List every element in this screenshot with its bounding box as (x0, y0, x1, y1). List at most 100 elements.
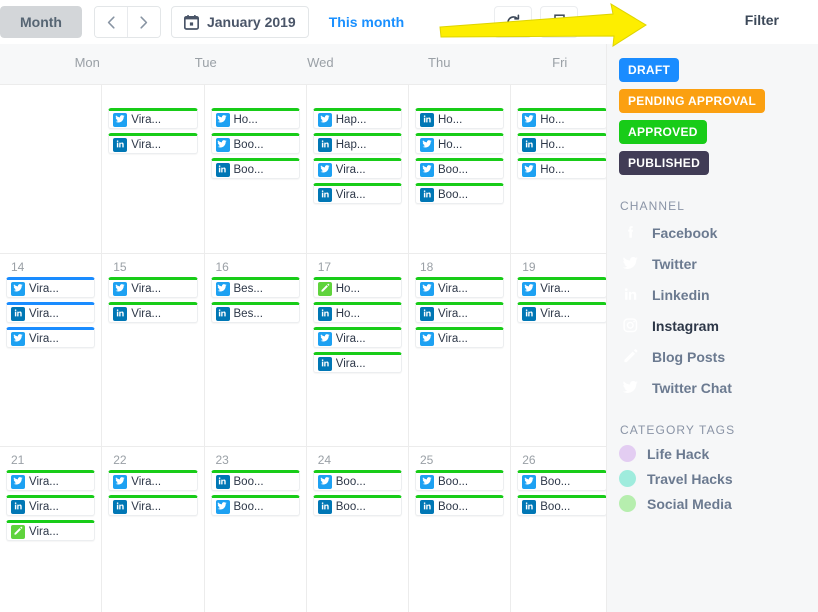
calendar-event[interactable]: Boo... (210, 133, 300, 154)
calendar-event[interactable]: Vira... (312, 183, 402, 204)
calendar-event[interactable]: Vira... (6, 470, 96, 491)
calendar-day-cell[interactable]: 14 Vira... Vira... Vira... (0, 254, 103, 446)
calendar-event[interactable]: Ho... (517, 158, 607, 179)
channel-label: Instagram (652, 317, 719, 334)
category-tag-travel-hacks[interactable]: Travel Hacks (619, 470, 818, 487)
calendar-event[interactable]: Boo... (517, 495, 607, 516)
day-number: 16 (215, 260, 229, 274)
calendar-day-cell[interactable]: 25 Boo... Boo... (409, 447, 512, 612)
calendar-day-cell[interactable]: 16 Bes... Bes... (205, 254, 307, 446)
linkedin-icon (420, 187, 434, 202)
calendar-day-cell[interactable]: Ho... Ho... Boo... Boo... (409, 85, 512, 253)
calendar-event[interactable]: Vira... (108, 302, 198, 323)
prev-period-button[interactable] (94, 7, 128, 37)
calendar-event[interactable]: Vira... (415, 327, 505, 348)
calendar-event[interactable]: Vira... (108, 470, 198, 491)
calendar-day-cell[interactable]: 18 Vira... Vira... Vira... (409, 254, 512, 446)
channel-filter-twitter-chat[interactable]: Twitter Chat (619, 376, 818, 399)
calendar-day-cell[interactable]: 23 Boo... Boo... (205, 447, 307, 612)
calendar-event[interactable]: Ho... (415, 108, 505, 129)
date-picker-button[interactable]: January 2019 (170, 6, 309, 38)
day-of-week-header-thu: Thu (351, 44, 468, 84)
calendar-event[interactable]: Boo... (415, 470, 505, 491)
calendar-event[interactable]: Boo... (415, 183, 505, 204)
channel-filter-blog-posts[interactable]: Blog Posts (619, 345, 818, 368)
calendar-event[interactable]: Vira... (312, 352, 402, 373)
calendar-event[interactable]: Boo... (210, 495, 300, 516)
twitter-icon (113, 112, 128, 127)
status-badge-draft[interactable]: DRAFT (619, 58, 680, 82)
calendar-day-cell[interactable] (0, 85, 103, 253)
calendar-event[interactable]: Vira... (312, 158, 402, 179)
channel-filter-instagram[interactable]: Instagram (619, 314, 818, 337)
calendar-event[interactable]: Vira... (415, 277, 505, 298)
linkedin-icon (317, 499, 332, 514)
event-title: Vira... (29, 307, 59, 320)
linkedin-icon (113, 499, 128, 514)
calendar-event[interactable]: Ho... (415, 133, 505, 154)
channel-filter-twitter[interactable]: Twitter (619, 252, 818, 275)
calendar-event[interactable]: Vira... (6, 520, 96, 541)
calendar-day-cell[interactable]: Ho... Ho... Ho... (511, 85, 614, 253)
calendar-event[interactable]: Ho... (210, 108, 300, 129)
calendar-day-cell[interactable]: Vira... Vira... (102, 85, 205, 253)
calendar-event[interactable]: Boo... (210, 158, 300, 179)
status-badge-approved[interactable]: APPROVED (619, 120, 707, 144)
month-view-button[interactable]: Month (0, 6, 82, 38)
status-badge-pending-approval[interactable]: PENDING APPROVAL (619, 89, 766, 113)
calendar-event[interactable]: Bes... (210, 302, 300, 323)
calendar-event[interactable]: Hap... (312, 133, 402, 154)
channel-label: Twitter Chat (652, 379, 732, 396)
twitter-icon (522, 112, 537, 127)
calendar-day-cell[interactable]: 22 Vira... Vira... (102, 447, 205, 612)
calendar-event[interactable]: Boo... (415, 495, 505, 516)
twitter-icon (522, 281, 537, 296)
calendar-event[interactable]: Bes... (210, 277, 300, 298)
status-badge-published[interactable]: PUBLISHED (619, 151, 710, 175)
calendar-event[interactable]: Vira... (517, 277, 607, 298)
calendar-day-cell[interactable]: 24 Boo... Boo... (307, 447, 409, 612)
calendar-event[interactable]: Vira... (108, 277, 198, 298)
calendar-event[interactable]: Vira... (6, 302, 96, 323)
calendar-event[interactable]: Vira... (108, 495, 198, 516)
channel-filter-linkedin[interactable]: Linkedin (619, 283, 818, 306)
channel-label: Linkedin (652, 286, 710, 303)
calendar-event[interactable]: Boo... (312, 470, 402, 491)
day-number: 25 (420, 453, 434, 467)
calendar-day-cell[interactable]: 15 Vira... Vira... (102, 254, 205, 446)
calendar-event[interactable]: Vira... (108, 108, 198, 129)
channel-filter-facebook[interactable]: Facebook (619, 221, 818, 244)
calendar-event[interactable]: Vira... (6, 495, 96, 516)
calendar-day-cell[interactable]: 19 Vira... Vira... (511, 254, 614, 446)
category-tag-life-hack[interactable]: Life Hack (619, 445, 818, 462)
calendar-day-cell[interactable]: 21 Vira... Vira... Vira... (0, 447, 103, 612)
day-number: 23 (215, 453, 229, 467)
calendar-event[interactable]: Boo... (517, 470, 607, 491)
calendar-event[interactable]: Boo... (415, 158, 505, 179)
view-switcher[interactable]: Month (0, 6, 82, 38)
calendar-event[interactable]: Ho... (312, 277, 402, 298)
day-events: Vira... Vira... (517, 277, 607, 323)
calendar-event[interactable]: Vira... (517, 302, 607, 323)
next-period-button[interactable] (127, 7, 160, 37)
calendar-event[interactable]: Ho... (517, 133, 607, 154)
calendar-event[interactable]: Ho... (517, 108, 607, 129)
calendar-event[interactable]: Vira... (312, 327, 402, 348)
event-title: Vira... (131, 307, 162, 320)
calendar-day-cell[interactable]: Hap... Hap... Vira... Vira... (307, 85, 409, 253)
event-title: Ho... (335, 307, 361, 320)
calendar-event[interactable]: Ho... (312, 302, 402, 323)
calendar-event[interactable]: Vira... (6, 277, 96, 298)
category-tag-social-media[interactable]: Social Media (619, 495, 818, 512)
tag-label: Life Hack (647, 445, 710, 462)
calendar-day-cell[interactable]: Ho... Boo... Boo... (205, 85, 307, 253)
this-month-button[interactable]: This month (329, 14, 404, 30)
calendar-day-cell[interactable]: 26 Boo... Boo... (511, 447, 614, 612)
calendar-event[interactable]: Boo... (210, 470, 300, 491)
calendar-event[interactable]: Vira... (415, 302, 505, 323)
calendar-event[interactable]: Vira... (6, 327, 96, 348)
calendar-event[interactable]: Boo... (312, 495, 402, 516)
calendar-event[interactable]: Vira... (108, 133, 198, 154)
calendar-event[interactable]: Hap... (312, 108, 402, 129)
calendar-day-cell[interactable]: 17 Ho... Ho... Vira... Vira... (307, 254, 409, 446)
